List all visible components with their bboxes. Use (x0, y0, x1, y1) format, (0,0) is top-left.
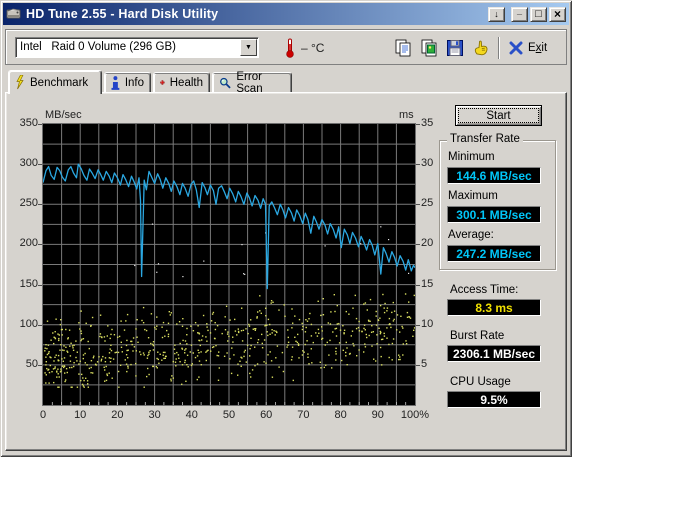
thermometer-icon (286, 38, 294, 58)
save-button[interactable] (442, 36, 468, 60)
exit-label: Exit (528, 42, 548, 54)
access-time-value: 8.3 ms (447, 299, 541, 316)
cpu-usage-label: CPU Usage (450, 376, 511, 388)
temperature-readout: – °C (301, 41, 325, 55)
x-tick-label: 10 (74, 409, 87, 421)
y-right-tick-label: 35 (421, 117, 434, 129)
lightning-icon (16, 75, 24, 90)
copy-text-button[interactable] (390, 36, 416, 60)
burst-rate-value: 2306.1 MB/sec (447, 345, 541, 362)
maximize-icon: □ (535, 7, 542, 20)
y-left-tick-label: 100 (19, 318, 38, 330)
benchmark-plot (42, 123, 416, 406)
y-right-axis-caption: ms (399, 109, 414, 121)
y-right-tick-label: 15 (421, 278, 434, 290)
transfer-rate-group-label: Transfer Rate (447, 133, 523, 145)
y-left-tick-label: 150 (19, 278, 38, 290)
x-tick-label: 0 (39, 409, 47, 421)
y-left-tick-label: 200 (19, 237, 38, 249)
health-cross-icon (160, 80, 165, 85)
roll-up-icon: ↓ (494, 8, 499, 19)
x-tick-label: 50 (222, 409, 236, 421)
close-icon: × (553, 7, 561, 21)
x-tick-label: 100% (400, 409, 430, 421)
cpu-usage-value: 9.5% (447, 391, 541, 408)
x-tick-label: 80 (334, 409, 347, 421)
copy-screenshot-button[interactable] (416, 36, 442, 60)
minimum-label: Minimum (448, 151, 495, 163)
save-icon (447, 40, 463, 56)
x-tick-label: 40 (185, 409, 198, 421)
drive-select-dropdown[interactable]: Intel Raid 0 Volume (296 GB) ▼ (15, 37, 259, 58)
maximum-value: 300.1 MB/sec (447, 206, 541, 223)
y-right-tick-label: 10 (421, 318, 434, 330)
y-left-axis-caption: MB/sec (45, 109, 82, 121)
app-icon (6, 8, 21, 19)
x-tick-label: 90 (371, 409, 384, 421)
access-time-label: Access Time: (450, 284, 519, 296)
minimum-value: 144.6 MB/sec (447, 167, 541, 184)
minimize-button[interactable]: _ (511, 6, 528, 22)
y-left-tick-label: 350 (19, 117, 38, 129)
tab-health-label: Health (169, 76, 203, 89)
minimize-icon: _ (516, 6, 522, 16)
average-value: 247.2 MB/sec (447, 245, 541, 262)
chevron-down-icon[interactable]: ▼ (240, 39, 257, 56)
drive-select-value: Intel Raid 0 Volume (296 GB) (20, 41, 176, 53)
options-button[interactable] (468, 36, 494, 60)
copy-image-icon (421, 39, 437, 57)
tab-benchmark-label: Benchmark (30, 76, 89, 89)
x-tick-label: 20 (111, 409, 124, 421)
tab-info[interactable]: Info (104, 72, 151, 93)
title-bar[interactable]: HD Tune 2.55 - Hard Disk Utility ↓ _ □ × (3, 3, 569, 25)
y-left-tick-label: 250 (19, 197, 38, 209)
x-tick-label: 60 (260, 409, 273, 421)
info-icon (111, 75, 120, 90)
x-tick-label: 30 (148, 409, 161, 421)
tab-health[interactable]: Health (153, 72, 210, 93)
app-window: HD Tune 2.55 - Hard Disk Utility ↓ _ □ ×… (0, 0, 572, 457)
benchmark-plot-svg (43, 124, 415, 405)
tab-info-label: Info (124, 76, 144, 89)
copy-icon (395, 39, 411, 57)
y-left-tick-label: 300 (19, 157, 38, 169)
tab-benchmark[interactable]: Benchmark (8, 70, 102, 94)
burst-rate-label: Burst Rate (450, 330, 505, 342)
exit-button[interactable]: Exit (509, 41, 547, 55)
average-label: Average: (448, 229, 494, 241)
options-hand-icon (474, 40, 488, 56)
exit-x-icon (509, 41, 523, 55)
toolbar: Intel Raid 0 Volume (296 GB) ▼ – °C Exit (5, 29, 567, 65)
start-button[interactable]: Start (455, 105, 542, 126)
magnifier-icon (220, 77, 231, 88)
window-title: HD Tune 2.55 - Hard Disk Utility (26, 7, 219, 21)
maximize-button[interactable]: □ (530, 6, 547, 22)
roll-up-button[interactable]: ↓ (488, 6, 505, 22)
y-left-tick-label: 50 (25, 358, 38, 370)
toolbar-separator (498, 37, 499, 59)
tab-error-scan-label: Error Scan (236, 70, 263, 95)
maximum-label: Maximum (448, 190, 498, 202)
start-button-label: Start (486, 109, 511, 122)
close-button[interactable]: × (549, 6, 566, 22)
tab-error-scan[interactable]: Error Scan (212, 70, 292, 95)
x-tick-label: 70 (297, 409, 310, 421)
